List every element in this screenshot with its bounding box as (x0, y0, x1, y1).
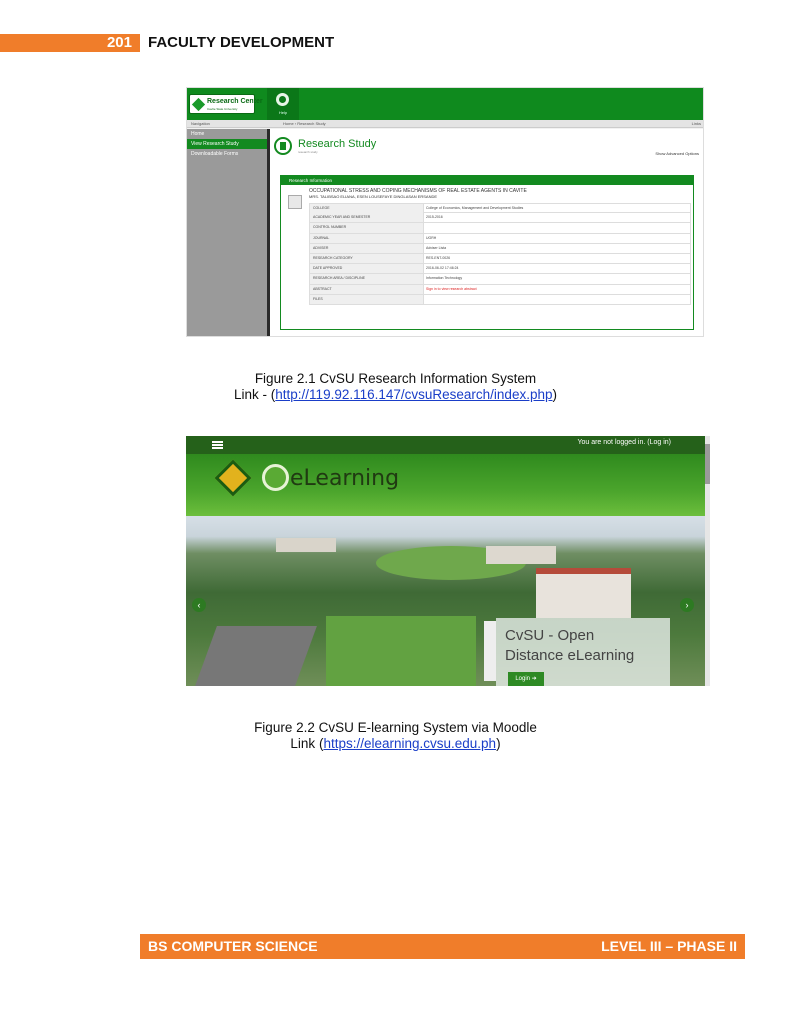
link-suffix: ) (552, 387, 557, 402)
lawn (326, 616, 476, 686)
row-label: ADVISER (310, 243, 424, 253)
research-info-table: COLLEGE College of Economics, Management … (309, 203, 691, 305)
document-icon (288, 195, 302, 209)
row-label: RESEARCH CATEGORY (310, 253, 424, 264)
row-label: JOURNAL (310, 233, 424, 243)
logo-subtext: Cavite State University (207, 107, 238, 111)
row-label: DATE APPROVED (310, 264, 424, 274)
hamburger-menu-icon[interactable] (212, 441, 223, 449)
table-row: JOURNAL UGRH (309, 233, 691, 244)
caption-title: Figure 2.1 CvSU Research Information Sys… (254, 371, 537, 386)
login-status[interactable]: You are not logged in. (Log in) (577, 439, 671, 446)
page-footer: BS COMPUTER SCIENCE LEVEL III – PHASE II (140, 934, 745, 959)
figure-2-1-caption: Figure 2.1 CvSU Research Information Sys… (0, 371, 791, 403)
elearning-banner: eLearning (186, 454, 705, 516)
page-number: 201 (106, 34, 132, 51)
row-label: COLLEGE (310, 204, 424, 214)
book-icon (274, 137, 292, 155)
caption-link-line: Link - (http://119.92.116.147/cvsuResear… (0, 387, 791, 403)
row-label: ABSTRACT (310, 284, 424, 294)
row-label: CONTROL NUMBER (310, 223, 424, 233)
link-prefix: Link - ( (234, 387, 276, 402)
caption-line-2: Distance eLearning (505, 647, 635, 664)
figure-research-system-screenshot: Research Center Cavite State University … (186, 87, 704, 337)
logo-text: Research Center (207, 98, 263, 105)
login-button[interactable]: Login ➜ (508, 672, 544, 686)
sidebar-item-home[interactable]: Home (187, 129, 267, 139)
scrollbar-thumb[interactable] (705, 444, 710, 484)
table-row: ADVISER Adviser Lista (309, 243, 691, 254)
abstract-signin-link[interactable]: Sign in to view research abstract (426, 285, 477, 294)
table-row: DATE APPROVED 2016-06-02 17:46:24 (309, 264, 691, 275)
monument (484, 621, 496, 681)
carousel-prev-arrow-icon[interactable]: ‹ (192, 598, 206, 612)
table-row: CONTROL NUMBER (309, 223, 691, 234)
figure-elearning-screenshot: You are not logged in. (Log in) eLearnin… (186, 436, 710, 686)
section-title: FACULTY DEVELOPMENT (148, 34, 335, 51)
research-system-link[interactable]: http://119.92.116.147/cvsuResearch/index… (275, 387, 552, 402)
panel-heading: Research Information (281, 176, 693, 185)
help-nav-label: Help (278, 110, 288, 115)
help-nav-button[interactable]: Help (267, 88, 299, 120)
scrollbar[interactable] (705, 436, 710, 686)
row-value: 2015-2016 (426, 215, 443, 220)
sidebar-item-downloadable-forms[interactable]: Downloadable Forms (187, 149, 267, 159)
link-prefix: Link ( (290, 736, 324, 751)
links-label[interactable]: Links (692, 121, 701, 126)
building (276, 538, 336, 552)
road (195, 626, 317, 686)
research-topbar: Research Center Cavite State University … (187, 88, 703, 120)
row-value: 2016-06-02 17:46:24 (426, 266, 459, 271)
research-main-content: Research Study research study Show Advan… (270, 129, 703, 336)
research-sidebar: Home View Research Study Downloadable Fo… (187, 129, 267, 336)
row-label: ACADEMIC YEAR AND SEMESTER (310, 213, 424, 223)
research-subbar: Navigation Home › Research Study Links (187, 120, 703, 128)
advanced-options-link[interactable]: Show Advanced Options (655, 151, 699, 156)
page-title: Research Study (298, 138, 377, 150)
table-row: RESEARCH CATEGORY RES-ENT-0026 (309, 253, 691, 265)
row-value: UGRH (426, 235, 437, 240)
caption-title: Figure 2.2 CvSU E-learning System via Mo… (254, 720, 537, 735)
cvsu-seal-icon (214, 459, 252, 497)
row-label: RESEARCH AREA / DISCIPLINE (310, 274, 424, 284)
program-name: BS COMPUTER SCIENCE (148, 938, 318, 954)
row-label: FILES (310, 294, 424, 304)
figure-2-2-caption: Figure 2.2 CvSU E-learning System via Mo… (0, 720, 791, 752)
row-value: Adviser Lista (426, 245, 447, 250)
carousel-caption-box: CvSU - Open Distance eLearning Login ➜ (496, 618, 670, 686)
research-information-panel: Research Information OCCUPATIONAL STRESS… (280, 175, 694, 330)
elearning-wordmark: eLearning (290, 466, 400, 491)
cvsu-seal-icon (191, 97, 206, 112)
lifebuoy-icon (276, 93, 289, 106)
carousel-caption-title: CvSU - Open Distance eLearning (505, 626, 634, 666)
table-row: ACADEMIC YEAR AND SEMESTER 2015-2016 (309, 213, 691, 224)
table-row: ABSTRACT Sign in to view research abstrac… (309, 284, 691, 295)
building (486, 546, 556, 564)
table-row: COLLEGE College of Economics, Management … (309, 203, 691, 214)
link-suffix: ) (496, 736, 501, 751)
row-value: Information Technology (426, 276, 463, 281)
page-number-bar: 201 (0, 34, 140, 52)
navigation-label: Navigation (191, 121, 210, 126)
elearning-link[interactable]: https://elearning.cvsu.edu.ph (323, 736, 496, 751)
level-phase: LEVEL III – PHASE II (601, 938, 737, 954)
row-value: College of Economics, Management and Dev… (426, 206, 524, 210)
study-authors: MRS. TALIBSAO ELIANA, ESEN LOUSEFAYE DIN… (309, 194, 438, 199)
elearning-topbar: You are not logged in. (Log in) (186, 436, 705, 454)
building (536, 568, 631, 618)
caption-link-line: Link (https://elearning.cvsu.edu.ph) (0, 736, 791, 752)
research-center-logo[interactable]: Research Center Cavite State University (189, 94, 263, 114)
table-row: RESEARCH AREA / DISCIPLINE Information Te… (309, 274, 691, 285)
elearning-globe-icon (262, 464, 289, 491)
sidebar-item-view-research-study[interactable]: View Research Study (187, 139, 267, 149)
caption-line-1: CvSU - Open (505, 627, 595, 644)
breadcrumb[interactable]: Home › Research Study (283, 121, 326, 126)
carousel-next-arrow-icon[interactable]: › (680, 598, 694, 612)
page-subtitle: research study (298, 150, 318, 154)
table-row: FILES (309, 294, 691, 305)
row-value: RES-ENT-0026 (426, 255, 451, 260)
page-header: 201 FACULTY DEVELOPMENT (0, 34, 791, 52)
